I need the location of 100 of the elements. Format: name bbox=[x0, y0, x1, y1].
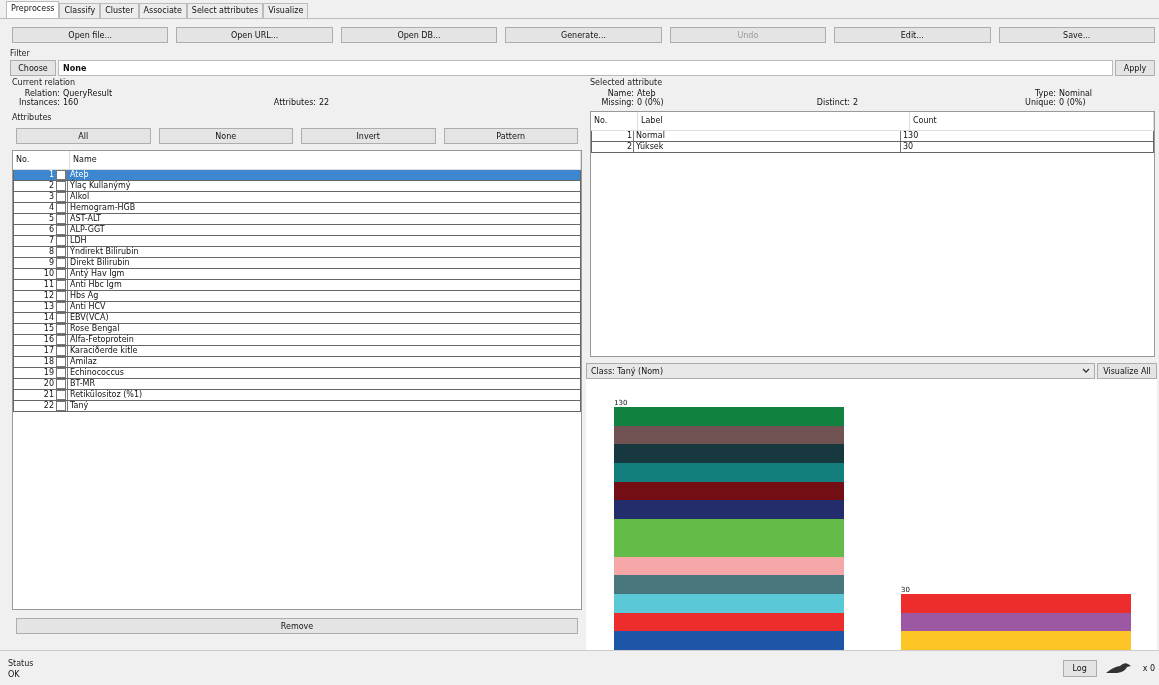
toolbar-button[interactable]: Open file... bbox=[12, 27, 169, 43]
label-row[interactable]: 2 Yüksek 30 bbox=[591, 142, 1154, 153]
attribute-row[interactable]: 11 Anti Hbc Igm bbox=[13, 280, 581, 291]
checkbox[interactable] bbox=[56, 335, 66, 345]
label-row[interactable]: 1 Normal 130 bbox=[591, 131, 1154, 142]
field-label: Relation: bbox=[23, 89, 60, 98]
count-cell: 30 bbox=[900, 142, 1153, 152]
checkbox[interactable] bbox=[56, 258, 66, 268]
attribute-row[interactable]: 4 Hemogram-HGB bbox=[13, 203, 581, 214]
section-title: Filter bbox=[10, 48, 31, 60]
attribute-name: Alkol bbox=[67, 192, 580, 202]
attribute-row[interactable]: 16 Alfa-Fetoprotein bbox=[13, 335, 581, 346]
tab[interactable]: Classify bbox=[59, 3, 101, 18]
checkbox[interactable] bbox=[56, 302, 66, 312]
attribute-row[interactable]: 19 Echinococcus bbox=[13, 368, 581, 379]
selection-button[interactable]: Invert bbox=[301, 128, 436, 144]
checkbox[interactable] bbox=[56, 225, 66, 235]
attribute-row[interactable]: 5 AST-ALT bbox=[13, 214, 581, 225]
toolbar-button[interactable]: Edit... bbox=[834, 27, 991, 43]
checkbox[interactable] bbox=[56, 379, 66, 389]
attribute-row[interactable]: 13 Anti HCV bbox=[13, 302, 581, 313]
checkbox[interactable] bbox=[56, 324, 66, 334]
task-count: x 0 bbox=[1142, 663, 1155, 673]
column-header: Label bbox=[638, 112, 910, 130]
tab[interactable]: Associate bbox=[138, 3, 187, 18]
row-number: 17 bbox=[42, 346, 55, 356]
attribute-row[interactable]: 1 Ateþ bbox=[13, 170, 581, 181]
toolbar-button[interactable]: Open URL... bbox=[176, 27, 333, 43]
row-number: 3 bbox=[47, 192, 55, 202]
checkbox[interactable] bbox=[56, 203, 66, 213]
remove-button[interactable]: Remove bbox=[16, 618, 578, 634]
checkbox[interactable] bbox=[56, 247, 66, 257]
attribute-name: Retikülositoz (%1) bbox=[67, 390, 580, 400]
attribute-row[interactable]: 21 Retikülositoz (%1) bbox=[13, 390, 581, 401]
attribute-row[interactable]: 17 Karaciðerde kitle bbox=[13, 346, 581, 357]
attribute-row[interactable]: 9 Direkt Bilirubin bbox=[13, 258, 581, 269]
section-title: Status bbox=[8, 658, 35, 670]
attribute-name: Ýndirekt Bilirubin bbox=[67, 247, 580, 257]
attribute-row[interactable]: 10 Antý Hav Igm bbox=[13, 269, 581, 280]
checkbox[interactable] bbox=[56, 401, 66, 411]
choose-button[interactable]: Choose bbox=[10, 60, 56, 76]
checkbox[interactable] bbox=[56, 280, 66, 290]
checkbox[interactable] bbox=[56, 269, 66, 279]
tab[interactable]: Cluster bbox=[100, 3, 139, 18]
field-label: Name: bbox=[606, 89, 634, 98]
row-number: 4 bbox=[47, 203, 55, 213]
field-value: Nominal bbox=[1059, 89, 1094, 98]
tab[interactable]: Visualize bbox=[263, 3, 309, 18]
attribute-name: Direkt Bilirubin bbox=[67, 258, 580, 268]
log-button[interactable]: Log bbox=[1062, 659, 1097, 677]
attribute-row[interactable]: 18 Amilaz bbox=[13, 357, 581, 368]
toolbar-button[interactable]: Save... bbox=[998, 27, 1155, 43]
checkbox[interactable] bbox=[56, 181, 66, 191]
attribute-row[interactable]: 20 BT-MR bbox=[13, 379, 581, 390]
attribute-row[interactable]: 22 Taný bbox=[13, 401, 581, 412]
attribute-row[interactable]: 2 Ýlaç Kullanýmý bbox=[13, 181, 581, 192]
attribute-row[interactable]: 15 Rose Bengal bbox=[13, 324, 581, 335]
checkbox[interactable] bbox=[56, 313, 66, 323]
checkbox[interactable] bbox=[56, 170, 66, 180]
class-dropdown[interactable]: Class: Taný (Nom) bbox=[586, 363, 1095, 379]
row-number: 10 bbox=[42, 269, 55, 279]
field-value: 0 (0%) bbox=[637, 98, 665, 107]
tab[interactable]: Select attributes bbox=[186, 3, 264, 18]
apply-button[interactable]: Apply bbox=[1115, 60, 1155, 76]
attribute-row[interactable]: 14 EBV(VCA) bbox=[13, 313, 581, 324]
attribute-name: Hbs Ag bbox=[67, 291, 580, 301]
field-label: Distinct: bbox=[815, 98, 850, 107]
visualize-all-button[interactable]: Visualize All bbox=[1097, 363, 1157, 379]
attribute-row[interactable]: 6 ALP-GGT bbox=[13, 225, 581, 236]
attribute-row[interactable]: 8 Ýndirekt Bilirubin bbox=[13, 247, 581, 258]
checkbox[interactable] bbox=[56, 390, 66, 400]
attribute-name: Ateþ bbox=[67, 170, 580, 180]
toolbar-button[interactable]: Generate... bbox=[505, 27, 662, 43]
checkbox[interactable] bbox=[56, 214, 66, 224]
field-value: 22 bbox=[319, 98, 331, 107]
field-value: Ateþ bbox=[637, 89, 656, 98]
attribute-name: Anti Hbc Igm bbox=[67, 280, 580, 290]
section-title: Attributes bbox=[11, 112, 53, 124]
toolbar-button[interactable]: Open DB... bbox=[340, 27, 498, 43]
checkbox[interactable] bbox=[56, 368, 66, 378]
field-value: QueryResult bbox=[63, 89, 114, 98]
attribute-name: Echinococcus bbox=[67, 368, 580, 378]
selection-button[interactable]: All bbox=[16, 128, 151, 144]
checkbox[interactable] bbox=[56, 357, 66, 367]
selection-button[interactable]: Pattern bbox=[443, 128, 578, 144]
attribute-row[interactable]: 7 LDH bbox=[13, 236, 581, 247]
attribute-row[interactable]: 3 Alkol bbox=[13, 192, 581, 203]
attribute-row[interactable]: 12 Hbs Ag bbox=[13, 291, 581, 302]
filter-field[interactable]: None bbox=[58, 60, 1113, 76]
attribute-name: Anti HCV bbox=[67, 302, 580, 312]
checkbox[interactable] bbox=[56, 236, 66, 246]
checkbox[interactable] bbox=[56, 192, 66, 202]
field-label: Missing: bbox=[600, 98, 634, 107]
checkbox[interactable] bbox=[56, 346, 66, 356]
row-number: 11 bbox=[42, 280, 55, 290]
row-number: 2 bbox=[47, 181, 55, 191]
tab[interactable]: Preprocess bbox=[6, 1, 60, 18]
attribute-name: Karaciðerde kitle bbox=[67, 346, 580, 356]
checkbox[interactable] bbox=[56, 291, 66, 301]
selection-button[interactable]: None bbox=[158, 128, 293, 144]
